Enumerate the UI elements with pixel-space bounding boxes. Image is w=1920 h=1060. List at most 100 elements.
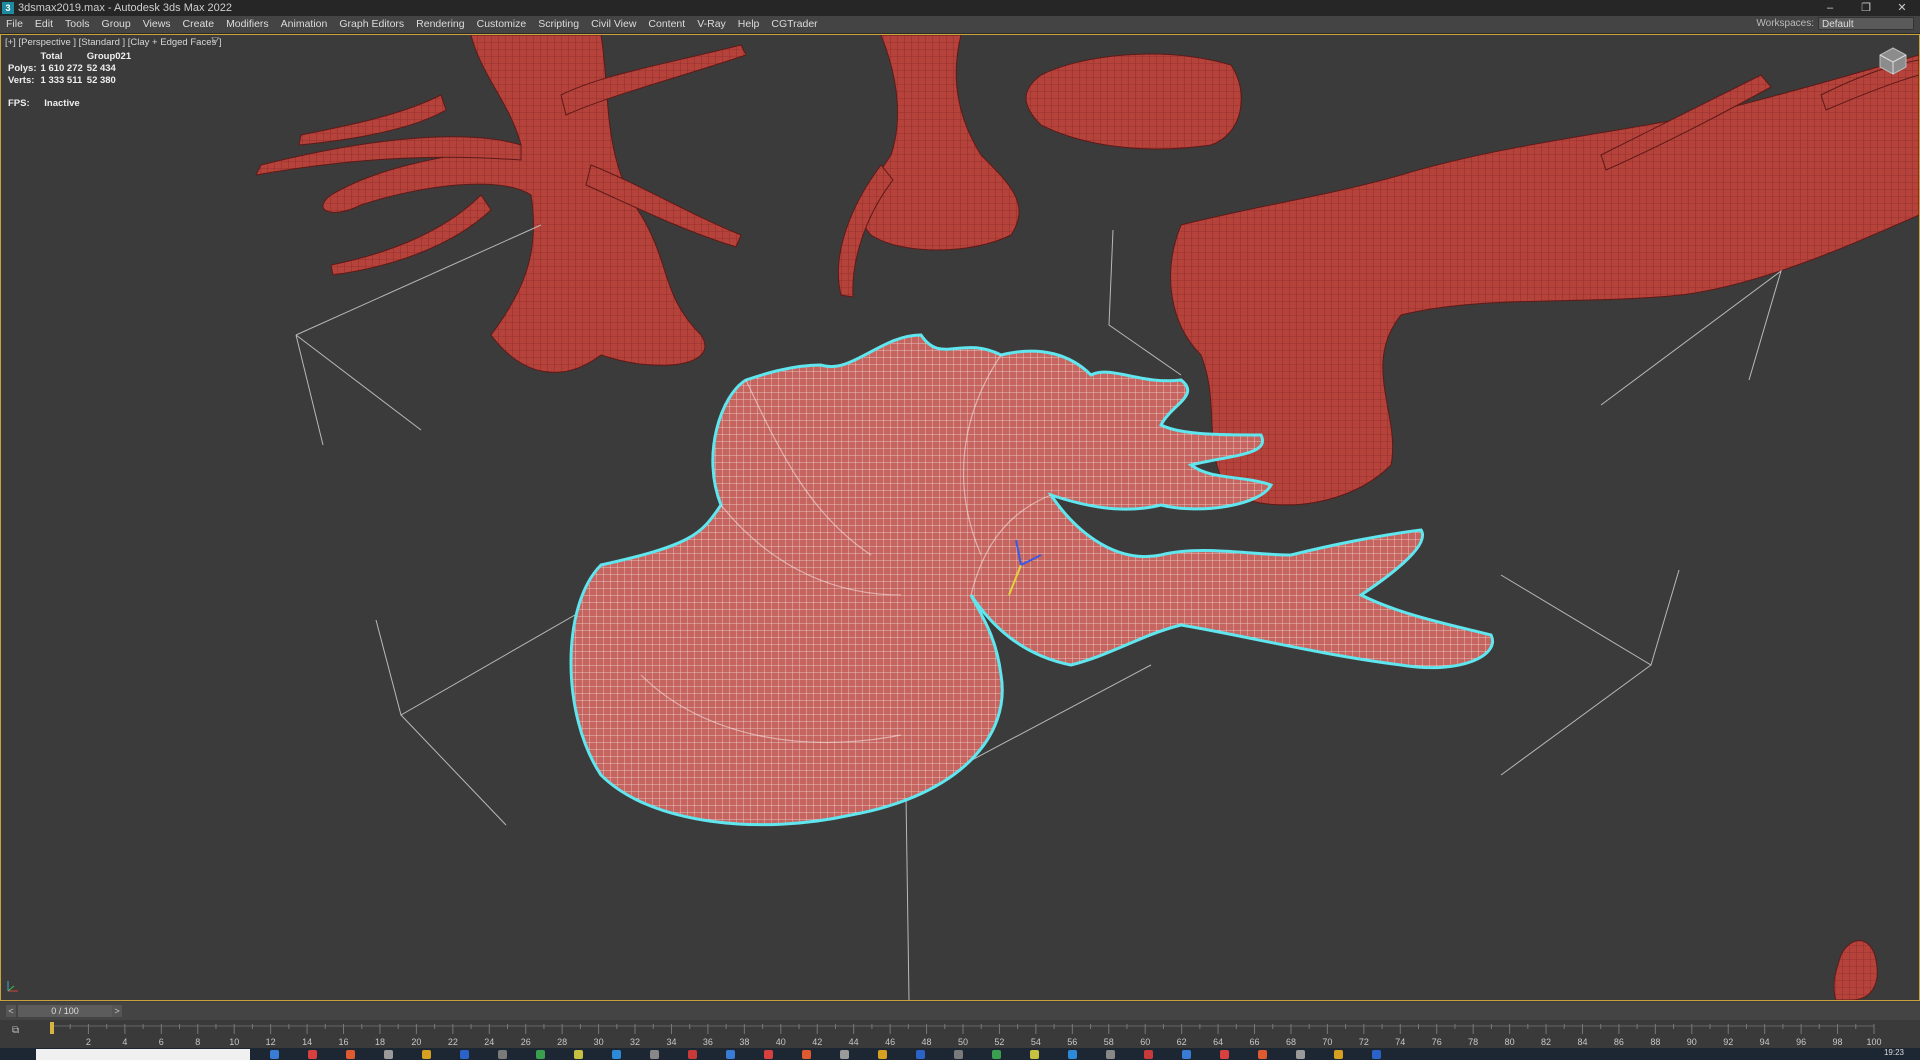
ruler-tick-label: 90 [1687,1037,1697,1047]
ruler-tick-label: 88 [1650,1037,1660,1047]
app-icon[interactable]: 3 [2,2,14,14]
taskbar-app-icon[interactable] [1030,1050,1039,1059]
taskbar-app-icon[interactable] [726,1050,735,1059]
taskbar-app-icon[interactable] [308,1050,317,1059]
ruler-tick-label: 70 [1322,1037,1332,1047]
menu-views[interactable]: Views [137,16,177,33]
menu-animation[interactable]: Animation [275,16,334,33]
menu-help[interactable]: Help [732,16,766,33]
ruler-tick-label: 26 [521,1037,531,1047]
taskbar-app-icon[interactable] [650,1050,659,1059]
taskbar-app-icon[interactable] [612,1050,621,1059]
ruler-tick-label: 40 [776,1037,786,1047]
menu-cgtrader[interactable]: CGTrader [765,16,823,33]
menu-tools[interactable]: Tools [59,16,96,33]
menu-rendering[interactable]: Rendering [410,16,470,33]
menu-modifiers[interactable]: Modifiers [220,16,275,33]
stats-header-selection: Group021 [86,51,132,62]
menu-create[interactable]: Create [177,16,221,33]
viewcube-icon[interactable] [1877,45,1909,77]
window-title: 3dsmax2019.max - Autodesk 3ds Max 2022 [18,2,233,14]
menu-content[interactable]: Content [642,16,691,33]
taskbar-app-icon[interactable] [1182,1050,1191,1059]
ruler-tick-label: 48 [922,1037,932,1047]
restore-button[interactable]: ❐ [1848,0,1884,16]
ruler-tick-label: 34 [666,1037,676,1047]
menu-edit[interactable]: Edit [29,16,59,33]
menu-group[interactable]: Group [96,16,137,33]
taskbar-app-icon[interactable] [498,1050,507,1059]
taskbar-search-input[interactable] [36,1049,250,1060]
close-button[interactable]: ✕ [1884,0,1920,16]
workspaces-label: Workspaces: [1756,18,1814,29]
taskbar-app-icon[interactable] [878,1050,887,1059]
ruler-tick-label: 74 [1395,1037,1405,1047]
taskbar-app-icon[interactable] [536,1050,545,1059]
menu-customize[interactable]: Customize [471,16,533,33]
ruler-tick-label: 96 [1796,1037,1806,1047]
ruler-tick-label: 42 [812,1037,822,1047]
taskbar-app-icon[interactable] [422,1050,431,1059]
taskbar-app-icon[interactable] [270,1050,279,1059]
taskbar-app-icon[interactable] [916,1050,925,1059]
playhead-marker[interactable] [50,1022,54,1034]
fps-value: Inactive [44,98,80,109]
ruler-tick-label: 76 [1432,1037,1442,1047]
taskbar-app-icon[interactable] [384,1050,393,1059]
stats-label: Verts: [8,75,35,86]
taskbar-app-icon[interactable] [802,1050,811,1059]
workspaces-dropdown[interactable]: Default [1818,17,1914,30]
taskbar-app-icon[interactable] [1106,1050,1115,1059]
stats-selected: 52 380 [86,75,116,86]
menu-bar: File Edit Tools Group Views Create Modifiers An… [0,16,1920,34]
menu-scripting[interactable]: Scripting [532,16,585,33]
taskbar-app-icon[interactable] [1372,1050,1381,1059]
track-bar[interactable]: ⧉ 2 4 6 8 10 12 14 16 18 20 22 24 26 28 30 32 34 36 38 40 42… [0,1020,1920,1048]
perspective-viewport[interactable]: [+] [Perspective ] [Standard ] [Clay + E… [0,34,1920,1001]
ruler-tick-label: 28 [557,1037,567,1047]
ruler-tick-label: 92 [1723,1037,1733,1047]
ruler-tick-label: 20 [411,1037,421,1047]
taskbar-app-icon[interactable] [688,1050,697,1059]
time-prev-button[interactable]: < [6,1005,16,1017]
ruler-tick-label: 46 [885,1037,895,1047]
filter-icon[interactable]: ⛛ [211,36,219,47]
menu-graph-editors[interactable]: Graph Editors [333,16,410,33]
stats-total: 1 610 272 [40,63,83,74]
viewport-label[interactable]: [+] [Perspective ] [Standard ] [Clay + E… [5,37,222,48]
ruler-tick-label: 66 [1250,1037,1260,1047]
taskbar-app-icon[interactable] [460,1050,469,1059]
taskbar-app-icon[interactable] [574,1050,583,1059]
background-meshes[interactable] [255,35,1919,1000]
taskbar-app-icon[interactable] [346,1050,355,1059]
taskbar-app-icon[interactable] [954,1050,963,1059]
ruler-tick-label: 2 [86,1037,91,1047]
ruler-tick-label: 68 [1286,1037,1296,1047]
title-bar: 3 3dsmax2019.max - Autodesk 3ds Max 2022… [0,0,1920,16]
taskbar-app-icon[interactable] [840,1050,849,1059]
menu-civil-view[interactable]: Civil View [585,16,642,33]
time-slider[interactable]: < 0 / 100 > [0,1002,1920,1020]
menu-v-ray[interactable]: V-Ray [691,16,732,33]
ruler-tick-label: 56 [1067,1037,1077,1047]
menu-file[interactable]: File [0,16,29,33]
taskbar-app-icon[interactable] [1068,1050,1077,1059]
track-ruler[interactable]: 2 4 6 8 10 12 14 16 18 20 22 24 26 28 30 32 34 36 38 40 42 44… [0,1020,1920,1048]
time-slider-thumb[interactable]: 0 / 100 [18,1005,112,1017]
ruler-tick-label: 24 [484,1037,494,1047]
time-next-button[interactable]: > [112,1005,122,1017]
fps-readout: FPS: Inactive [8,98,92,109]
taskbar-app-icon[interactable] [1144,1050,1153,1059]
ruler-tick-label: 36 [703,1037,713,1047]
stats-header-total: Total [40,51,63,62]
taskbar-app-icon[interactable] [764,1050,773,1059]
scene-canvas[interactable] [1,35,1919,1000]
taskbar-app-icon[interactable] [1334,1050,1343,1059]
taskbar-app-icon[interactable] [992,1050,1001,1059]
taskbar-app-icon[interactable] [1220,1050,1229,1059]
ruler-tick-label: 62 [1177,1037,1187,1047]
taskbar-app-icon[interactable] [1258,1050,1267,1059]
taskbar-app-icon[interactable] [1296,1050,1305,1059]
minimize-button[interactable]: – [1812,0,1848,16]
ruler-tick-label: 84 [1577,1037,1587,1047]
